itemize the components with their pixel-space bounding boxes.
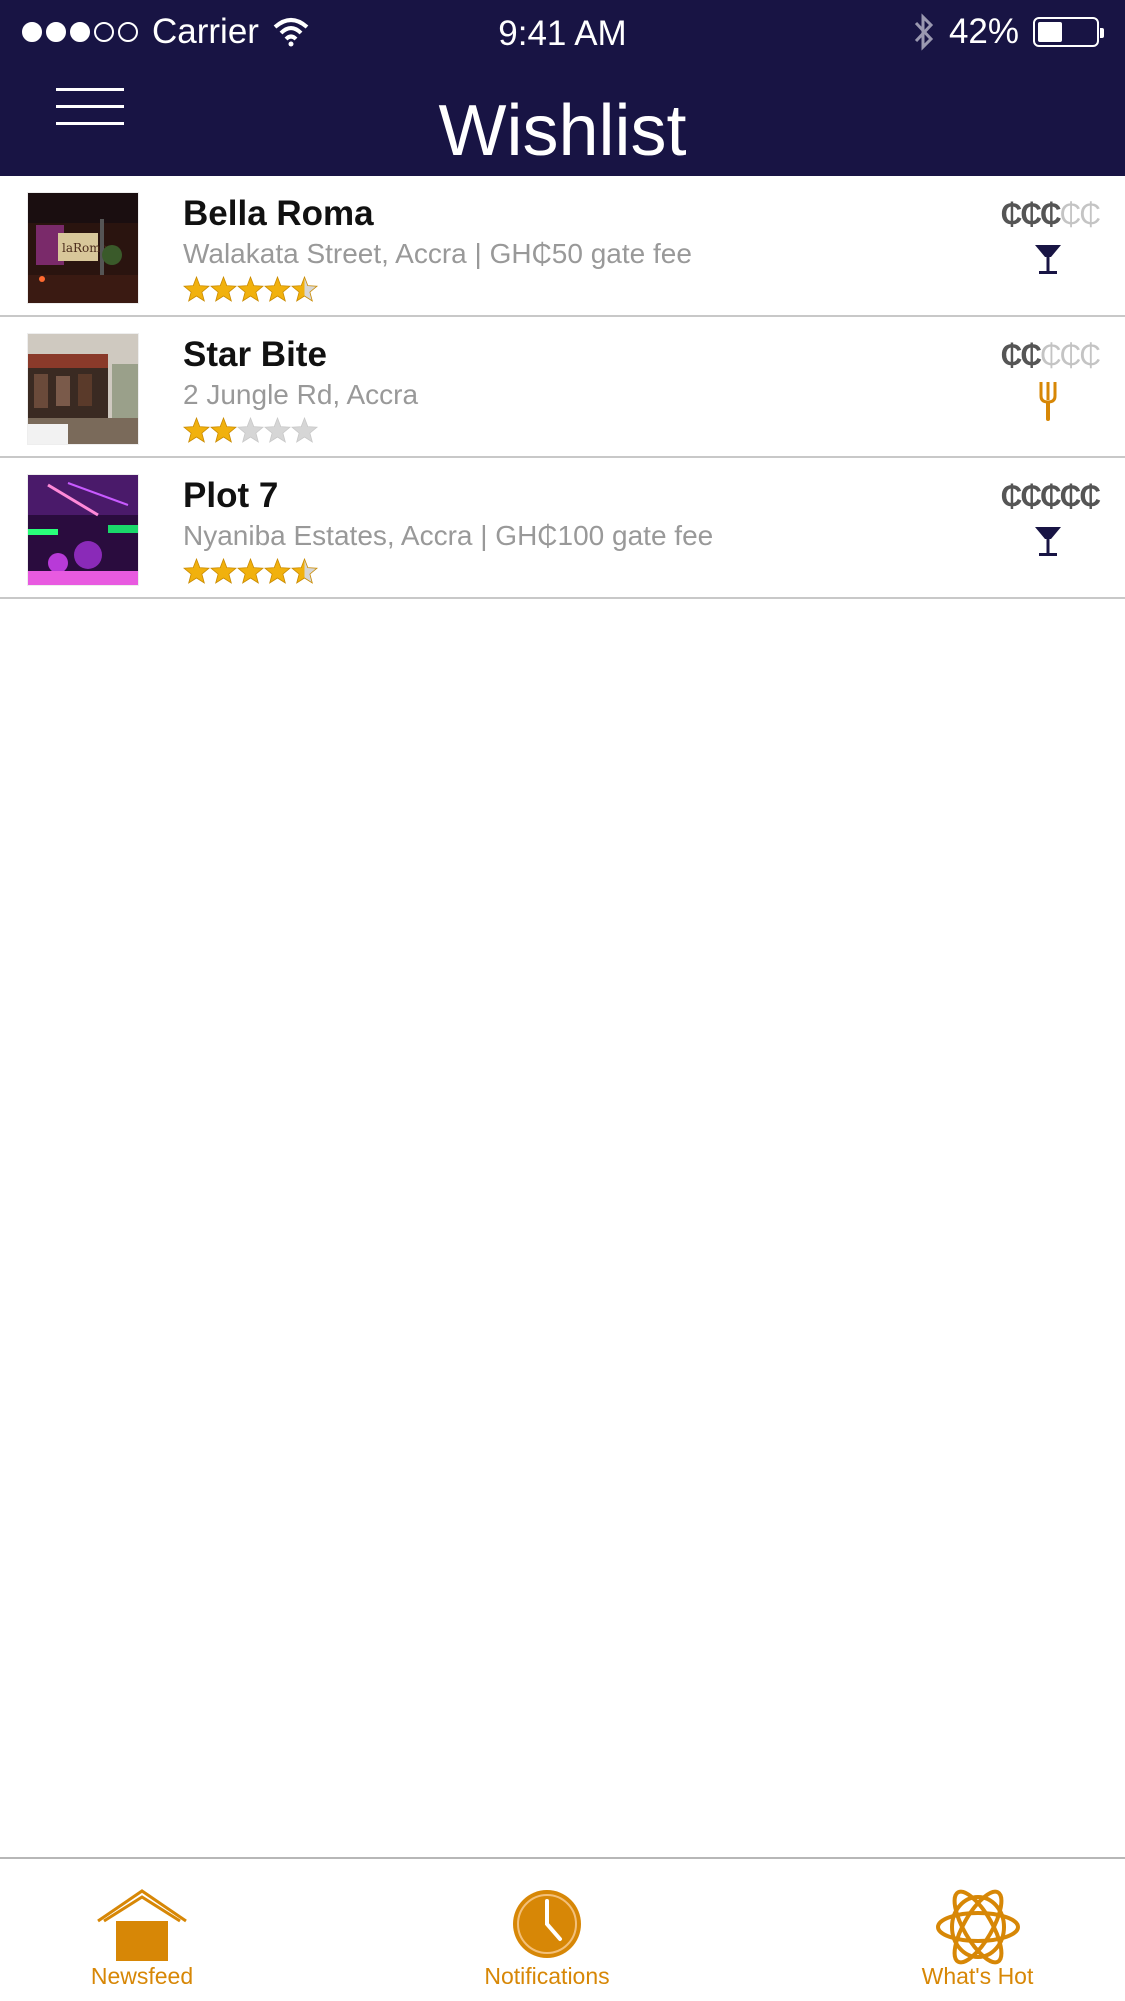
star-empty-icon: [237, 417, 264, 443]
tab-bar: Newsfeed Notifications What's Hot: [0, 1857, 1125, 2001]
star-full-icon: [237, 558, 264, 584]
wishlist-list: laRoma Bella Roma Walakata Street, Accra…: [0, 176, 1125, 599]
tab-newsfeed[interactable]: Newsfeed: [52, 1859, 232, 2001]
price-symbol-inactive: ₵: [1059, 339, 1082, 372]
battery-level-fill: [1038, 22, 1062, 42]
app-header: Carrier 9:41 AM 42% Wishlist: [0, 0, 1125, 176]
status-bar: Carrier 9:41 AM 42%: [0, 0, 1125, 64]
star-full-icon: [264, 276, 291, 302]
venue-name: Star Bite: [183, 335, 327, 374]
star-half-icon: [291, 558, 318, 584]
rating-stars: [183, 558, 318, 585]
star-full-icon: [183, 558, 210, 584]
tab-notifications[interactable]: Notifications: [462, 1859, 632, 2001]
battery-percent: 42%: [948, 12, 1019, 51]
status-right: 42%: [913, 12, 1104, 52]
tab-newsfeed-label: Newsfeed: [90, 1963, 194, 1989]
price-symbol-active: ₵: [1000, 339, 1023, 372]
star-full-icon: [264, 558, 291, 584]
star-full-icon: [210, 558, 237, 584]
cocktail-icon: [1035, 527, 1061, 556]
fork-icon: [1039, 382, 1057, 421]
venue-address: Nyaniba Estates, Accra | GH₵100 gate fee: [183, 520, 714, 551]
price-symbol-inactive: ₵: [1079, 339, 1101, 372]
star-empty-icon: [264, 417, 291, 443]
star-full-icon: [183, 276, 210, 302]
price-symbol-active: ₵: [1079, 480, 1101, 513]
battery-icon: [1033, 17, 1104, 47]
tab-whats-hot-label: What's Hot: [921, 1963, 1034, 1989]
home-icon: [97, 1889, 187, 1961]
price-symbol-active: ₵: [1039, 480, 1062, 513]
list-item[interactable]: Star Bite 2 Jungle Rd, Accra ₵₵₵₵₵: [0, 317, 1125, 458]
venue-thumbnail: laRoma: [27, 192, 139, 304]
price-symbol-inactive: ₵: [1079, 198, 1101, 231]
venue-thumbnail: [27, 333, 139, 445]
price-level: ₵₵₵₵₵: [1000, 339, 1101, 373]
star-empty-icon: [291, 417, 318, 443]
rating-stars: [183, 417, 318, 444]
star-full-icon: [210, 276, 237, 302]
price-symbol-active: ₵: [1020, 339, 1042, 372]
price-level: ₵₵₵₵₵: [1000, 480, 1101, 514]
star-full-icon: [237, 276, 264, 302]
price-symbol-active: ₵: [1039, 198, 1062, 231]
venue-address: Walakata Street, Accra | GH₵50 gate fee: [183, 238, 692, 269]
list-item[interactable]: Plot 7 Nyaniba Estates, Accra | GH₵100 g…: [0, 458, 1125, 599]
tab-notifications-label: Notifications: [484, 1963, 610, 1989]
price-level: ₵₵₵₵₵: [1000, 198, 1101, 232]
tab-whats-hot[interactable]: What's Hot: [890, 1859, 1065, 2001]
price-symbol-active: ₵: [1020, 480, 1042, 513]
price-symbol-inactive: ₵: [1039, 339, 1062, 372]
bluetooth-icon: [914, 13, 934, 51]
star-full-icon: [210, 417, 237, 443]
rating-stars: [183, 276, 318, 303]
price-symbol-inactive: ₵: [1059, 198, 1082, 231]
price-symbol-active: ₵: [1020, 198, 1042, 231]
clock-icon: [513, 1890, 581, 1958]
star-half-icon: [291, 276, 318, 302]
list-item[interactable]: laRoma Bella Roma Walakata Street, Accra…: [0, 176, 1125, 317]
venue-name: Bella Roma: [183, 194, 374, 233]
price-symbol-active: ₵: [1000, 480, 1023, 513]
star-full-icon: [183, 417, 210, 443]
venue-thumbnail: [27, 474, 139, 586]
flower-icon: [935, 1889, 1020, 1965]
venue-address: 2 Jungle Rd, Accra: [183, 379, 419, 410]
price-symbol-active: ₵: [1059, 480, 1082, 513]
cocktail-icon: [1035, 245, 1061, 274]
price-symbol-active: ₵: [1000, 198, 1023, 231]
page-title: Wishlist: [438, 91, 687, 171]
venue-name: Plot 7: [183, 476, 279, 515]
